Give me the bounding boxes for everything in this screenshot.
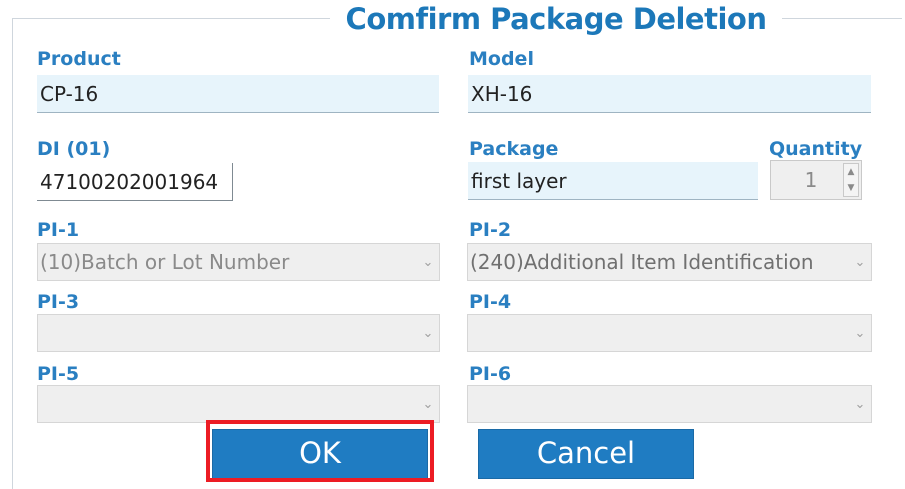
- product-field[interactable]: CP-16: [37, 75, 439, 113]
- pi3-select[interactable]: ⌄: [37, 314, 440, 352]
- quantity-stepper-arrows[interactable]: ▲ ▼: [843, 163, 859, 197]
- product-label: Product: [37, 48, 121, 70]
- chevron-down-icon[interactable]: ⌄: [420, 324, 436, 344]
- quantity-stepper[interactable]: 1 ▲ ▼: [770, 160, 862, 200]
- pi5-select[interactable]: ⌄: [37, 385, 440, 423]
- caret-up-icon[interactable]: ▲: [844, 164, 858, 180]
- pi2-select[interactable]: (240)Additional Item Identification ⌄: [467, 243, 872, 281]
- pi3-label: PI-3: [37, 291, 80, 313]
- pi4-select[interactable]: ⌄: [467, 314, 872, 352]
- chevron-down-icon[interactable]: ⌄: [852, 324, 868, 344]
- di-field[interactable]: 47100202001964: [37, 163, 233, 201]
- dialog-frame-edge: [12, 18, 13, 489]
- quantity-label: Quantity: [769, 138, 863, 160]
- pi6-select[interactable]: ⌄: [467, 385, 872, 423]
- pi5-label: PI-5: [37, 363, 80, 385]
- ok-button-highlight: [206, 420, 434, 482]
- di-label: DI (01): [37, 138, 111, 160]
- pi2-label: PI-2: [469, 219, 512, 241]
- pi6-label: PI-6: [469, 363, 512, 385]
- pi1-label: PI-1: [37, 219, 80, 241]
- chevron-down-icon[interactable]: ⌄: [420, 253, 436, 273]
- pi2-selected-value: (240)Additional Item Identification: [470, 250, 814, 274]
- chevron-down-icon[interactable]: ⌄: [420, 395, 436, 415]
- pi1-selected-value: (10)Batch or Lot Number: [40, 250, 290, 274]
- dialog-title: Comfirm Package Deletion: [330, 0, 782, 38]
- model-field[interactable]: XH-16: [468, 75, 871, 113]
- package-field[interactable]: first layer: [468, 162, 758, 200]
- pi4-label: PI-4: [469, 291, 512, 313]
- chevron-down-icon[interactable]: ⌄: [852, 253, 868, 273]
- cancel-button[interactable]: Cancel: [478, 429, 694, 479]
- chevron-down-icon[interactable]: ⌄: [852, 395, 868, 415]
- quantity-value: 1: [804, 168, 818, 192]
- pi1-select[interactable]: (10)Batch or Lot Number ⌄: [37, 243, 440, 281]
- model-label: Model: [469, 48, 534, 70]
- package-label: Package: [469, 138, 559, 160]
- caret-down-icon[interactable]: ▼: [844, 180, 858, 196]
